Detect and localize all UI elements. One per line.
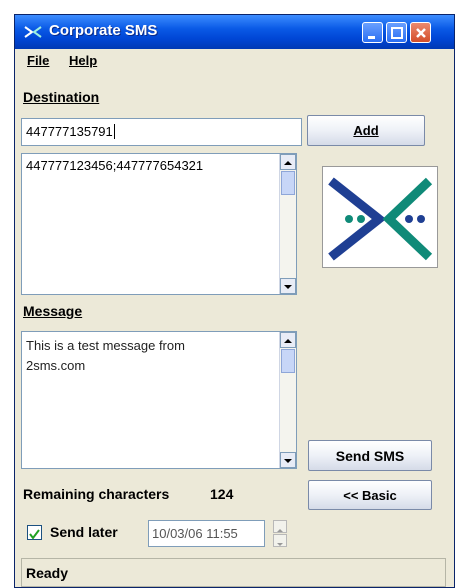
arrow-down-icon (277, 543, 283, 546)
spinner-up-button[interactable] (273, 520, 287, 533)
scroll-up-button[interactable] (280, 154, 296, 170)
datetime-spinner[interactable] (273, 520, 287, 547)
minimize-button[interactable] (362, 22, 383, 43)
send-sms-button[interactable]: Send SMS (308, 440, 432, 471)
arrow-up-icon (284, 339, 292, 343)
basic-button[interactable]: << Basic (308, 480, 432, 510)
destination-input[interactable]: 447777135791 (21, 118, 302, 146)
maximize-button[interactable] (386, 22, 407, 43)
main-window: Corporate SMS File Help Destination 4477… (14, 14, 455, 588)
recipients-text: 447777123456;447777654321 (26, 158, 204, 173)
status-text: Ready (26, 565, 69, 581)
close-icon (416, 28, 426, 38)
menu-file[interactable]: File (27, 53, 49, 68)
maximize-icon (391, 27, 403, 39)
destination-input-value: 447777135791 (26, 124, 113, 139)
scroll-down-button[interactable] (280, 278, 296, 294)
menu-bar: File Help (15, 49, 454, 73)
arrow-down-icon (284, 285, 292, 289)
close-button[interactable] (410, 22, 431, 43)
add-button[interactable]: Add (307, 115, 425, 146)
recipients-list[interactable]: 447777123456;447777654321 (21, 153, 297, 295)
message-text: This is a test message from 2sms.com (26, 338, 185, 373)
remaining-label: Remaining characters (23, 486, 170, 502)
minimize-icon (368, 36, 375, 39)
add-button-label: Add (353, 123, 379, 138)
message-label: Message (23, 303, 83, 319)
status-bar: Ready (21, 558, 446, 587)
message-scrollbar[interactable] (279, 332, 296, 468)
title-bar[interactable]: Corporate SMS (15, 15, 454, 49)
app-logo-icon (24, 26, 42, 38)
send-later-checkbox[interactable] (27, 525, 42, 540)
arrow-down-icon (284, 459, 292, 463)
basic-button-label: << Basic (343, 487, 397, 503)
send-later-label: Send later (50, 524, 118, 540)
message-scroll-thumb[interactable] (281, 349, 295, 373)
remaining-count: 124 (210, 486, 234, 502)
logo-panel (322, 166, 438, 268)
window-title: Corporate SMS (49, 22, 158, 39)
spinner-down-button[interactable] (273, 534, 287, 547)
company-logo-icon (328, 177, 433, 261)
destination-label: Destination (23, 89, 100, 105)
checkmark-icon (29, 529, 40, 540)
send-later-datetime[interactable]: 10/03/06 11:55 (148, 520, 265, 547)
send-later-datetime-value: 10/03/06 11:55 (152, 526, 238, 541)
send-sms-label: Send SMS (335, 447, 405, 464)
scroll-thumb[interactable] (281, 171, 295, 195)
recipients-scrollbar[interactable] (279, 154, 296, 294)
message-textarea[interactable]: This is a test message from 2sms.com (21, 331, 297, 469)
message-scroll-down-button[interactable] (280, 452, 296, 468)
message-scroll-up-button[interactable] (280, 332, 296, 348)
menu-help[interactable]: Help (69, 53, 97, 68)
arrow-up-icon (284, 161, 292, 165)
